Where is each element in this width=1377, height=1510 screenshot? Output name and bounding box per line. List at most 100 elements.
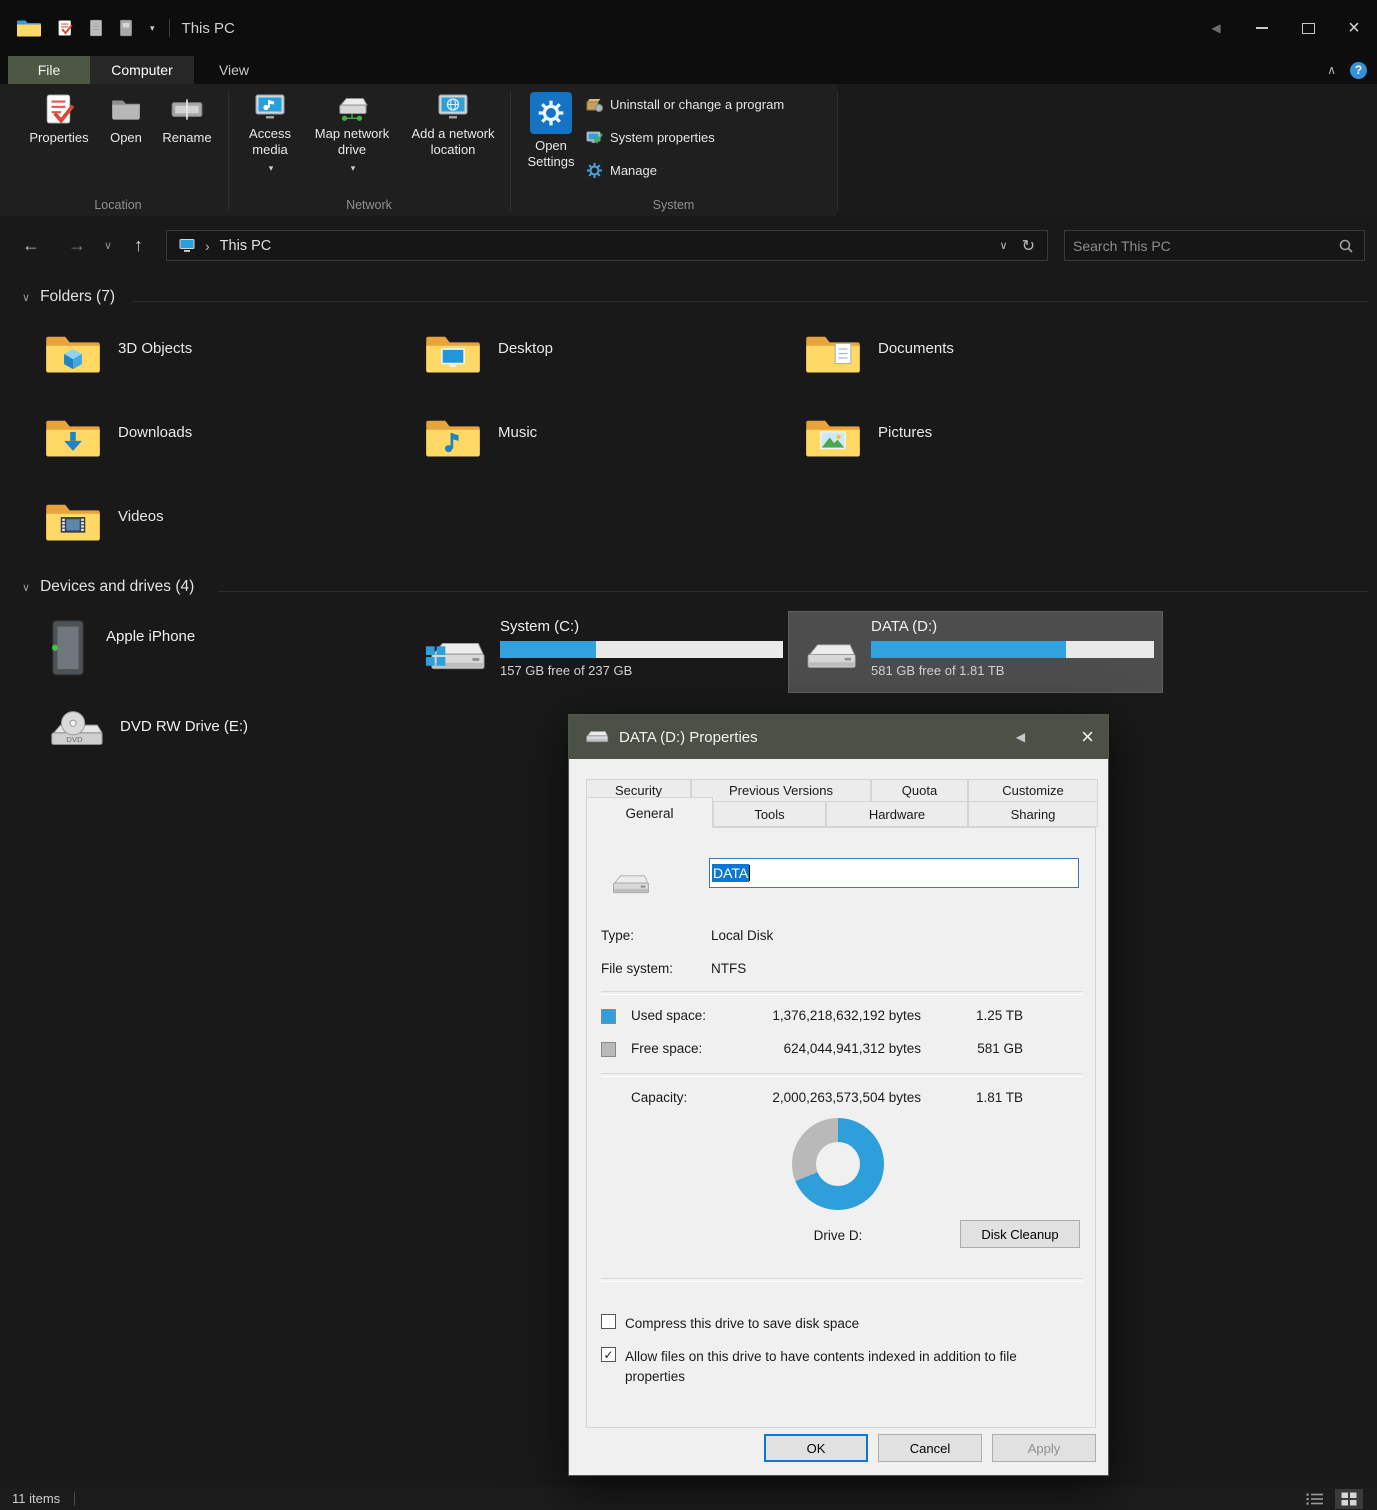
tab-tools[interactable]: Tools — [713, 801, 826, 827]
details-view-button[interactable] — [1301, 1489, 1329, 1509]
recent-locations-button[interactable]: ∨ — [104, 230, 112, 261]
minimize-icon — [1256, 27, 1268, 29]
manage-button[interactable]: Manage — [586, 162, 657, 179]
search-box[interactable] — [1064, 230, 1365, 261]
folder-label: Desktop — [498, 340, 554, 357]
collapse-chevron-icon[interactable]: ∨ — [22, 291, 30, 304]
drive-name: System (C:) — [500, 618, 580, 635]
folder-icon — [426, 420, 480, 457]
uninstall-program-button[interactable]: Uninstall or change a program — [586, 96, 784, 113]
search-input[interactable] — [1065, 237, 1338, 254]
qat-history-icon[interactable] — [118, 19, 134, 37]
tab-sharing[interactable]: Sharing — [968, 801, 1098, 827]
open-settings-button[interactable]: Open Settings — [522, 92, 580, 171]
add-network-location-button[interactable]: Add a network location — [400, 92, 506, 159]
ribbon-group-location: Properties Open Rename Location — [8, 84, 228, 216]
dvd-drive-icon: DVD — [51, 711, 103, 746]
minimize-button[interactable] — [1239, 0, 1285, 56]
capacity-label: Capacity: — [631, 1090, 688, 1105]
search-icon[interactable] — [1338, 238, 1354, 254]
dialog-title: DATA (D:) Properties — [619, 728, 758, 746]
access-media-button[interactable]: Access media ▾ — [238, 92, 302, 174]
large-icons-view-button[interactable] — [1335, 1488, 1363, 1509]
tab-customize[interactable]: Customize — [968, 779, 1098, 802]
ribbon-collapse-icon[interactable]: ∧ — [1327, 63, 1336, 77]
compress-checkbox[interactable] — [601, 1314, 616, 1329]
forward-button[interactable]: → — [68, 230, 86, 261]
donut-hole — [816, 1142, 860, 1186]
tab-file[interactable]: File — [8, 56, 90, 84]
ribbon-empty-area — [837, 84, 1377, 216]
folders-header-label: Folders (7) — [40, 288, 115, 305]
collapse-chevron-icon[interactable]: ∨ — [22, 581, 30, 594]
folder-item-videos[interactable]: Videos — [44, 498, 404, 562]
device-item-apple-iphone[interactable]: Apple iPhone — [40, 612, 415, 694]
maximize-button[interactable] — [1285, 0, 1331, 56]
ribbon-group-network: Access media ▾ Map network drive ▾ Add a n… — [228, 84, 510, 216]
apply-button[interactable]: Apply — [992, 1434, 1096, 1462]
rename-button[interactable]: Rename — [156, 92, 218, 146]
map-network-drive-button[interactable]: Map network drive ▾ — [306, 92, 398, 174]
address-dropdown-icon[interactable]: ∨ — [1000, 239, 1008, 252]
close-button[interactable]: × — [1331, 0, 1377, 56]
settings-gear-icon — [530, 92, 572, 134]
properties-button[interactable]: Properties — [24, 92, 94, 146]
folder-item-desktop[interactable]: Desktop — [424, 330, 784, 394]
folder-icon — [806, 420, 860, 457]
folder-item-documents[interactable]: Documents — [804, 330, 1164, 394]
disk-cleanup-button[interactable]: Disk Cleanup — [960, 1220, 1080, 1248]
dialog-tabrow-bottom: General Tools Hardware Sharing — [586, 797, 1098, 828]
svg-text:DVD: DVD — [66, 735, 83, 744]
system-properties-button[interactable]: System properties — [586, 129, 715, 146]
tab-view[interactable]: View — [194, 56, 274, 84]
dialog-close-button[interactable]: × — [1081, 726, 1094, 748]
titlebar-separator — [168, 19, 170, 37]
breadcrumb[interactable]: This PC — [220, 238, 272, 254]
back-button[interactable]: ← — [22, 230, 40, 261]
qat-dropdown-icon[interactable]: ▾ — [150, 23, 155, 34]
device-name: Apple iPhone — [106, 628, 196, 645]
open-button[interactable]: Open — [100, 92, 152, 146]
help-icon[interactable]: ? — [1350, 61, 1367, 79]
breadcrumb-separator: › — [205, 237, 210, 254]
index-checkbox[interactable]: ✓ — [601, 1347, 616, 1362]
index-checkbox-label: Allow files on this drive to have conten… — [625, 1349, 1017, 1384]
folder-label: Downloads — [118, 424, 193, 441]
tab-quota[interactable]: Quota — [871, 779, 968, 802]
qat-new-item-icon[interactable] — [88, 19, 104, 37]
chevron-down-icon: ∨ — [104, 240, 113, 252]
text-caret — [749, 865, 751, 881]
tab-previous-versions[interactable]: Previous Versions — [691, 779, 871, 802]
tab-general[interactable]: General — [586, 797, 713, 828]
check-icon: ✓ — [603, 1347, 614, 1362]
ok-button[interactable]: OK — [764, 1434, 868, 1462]
free-space-row: Free space: 624,044,941,312 bytes 581 GB — [601, 1041, 1081, 1059]
qat-properties-icon[interactable] — [56, 19, 74, 37]
filesystem-label: File system: — [601, 961, 674, 976]
data-drive-icon — [807, 644, 856, 668]
drive-free-space: 581 GB free of 1.81 TB — [871, 663, 1005, 678]
device-item-system-c[interactable]: System (C:) 157 GB free of 237 GB — [420, 612, 795, 694]
tab-computer[interactable]: Computer — [90, 56, 194, 84]
refresh-icon[interactable]: ↻ — [1022, 236, 1035, 256]
device-item-data-d[interactable]: DATA (D:) 581 GB free of 1.81 TB — [788, 611, 1163, 693]
type-value: Local Disk — [711, 928, 774, 943]
folder-item-3d-objects[interactable]: 3D Objects — [44, 330, 404, 394]
media-server-icon — [255, 94, 285, 119]
details-view-icon — [1306, 1493, 1323, 1505]
folder-item-pictures[interactable]: Pictures — [804, 414, 1164, 478]
devices-group-header[interactable]: ∨ Devices and drives (4) — [22, 578, 194, 596]
folder-item-music[interactable]: Music — [424, 414, 784, 478]
device-item-dvd-drive[interactable]: DVD DVD RW Drive (E:) — [40, 700, 415, 782]
used-space-swatch — [601, 1009, 616, 1024]
cancel-button[interactable]: Cancel — [878, 1434, 982, 1462]
tab-hardware[interactable]: Hardware — [826, 801, 968, 827]
free-space-bytes: 624,044,941,312 bytes — [783, 1041, 921, 1056]
folders-group-header[interactable]: ∨ Folders (7) — [22, 288, 115, 306]
folder-item-downloads[interactable]: Downloads — [44, 414, 404, 478]
volume-label-input[interactable]: DATA — [709, 858, 1079, 888]
system-drive-icon — [425, 642, 485, 670]
up-button[interactable]: ↑ — [134, 230, 143, 261]
separator — [601, 1073, 1083, 1077]
address-bar[interactable]: › This PC ∨ ↻ — [166, 230, 1048, 261]
